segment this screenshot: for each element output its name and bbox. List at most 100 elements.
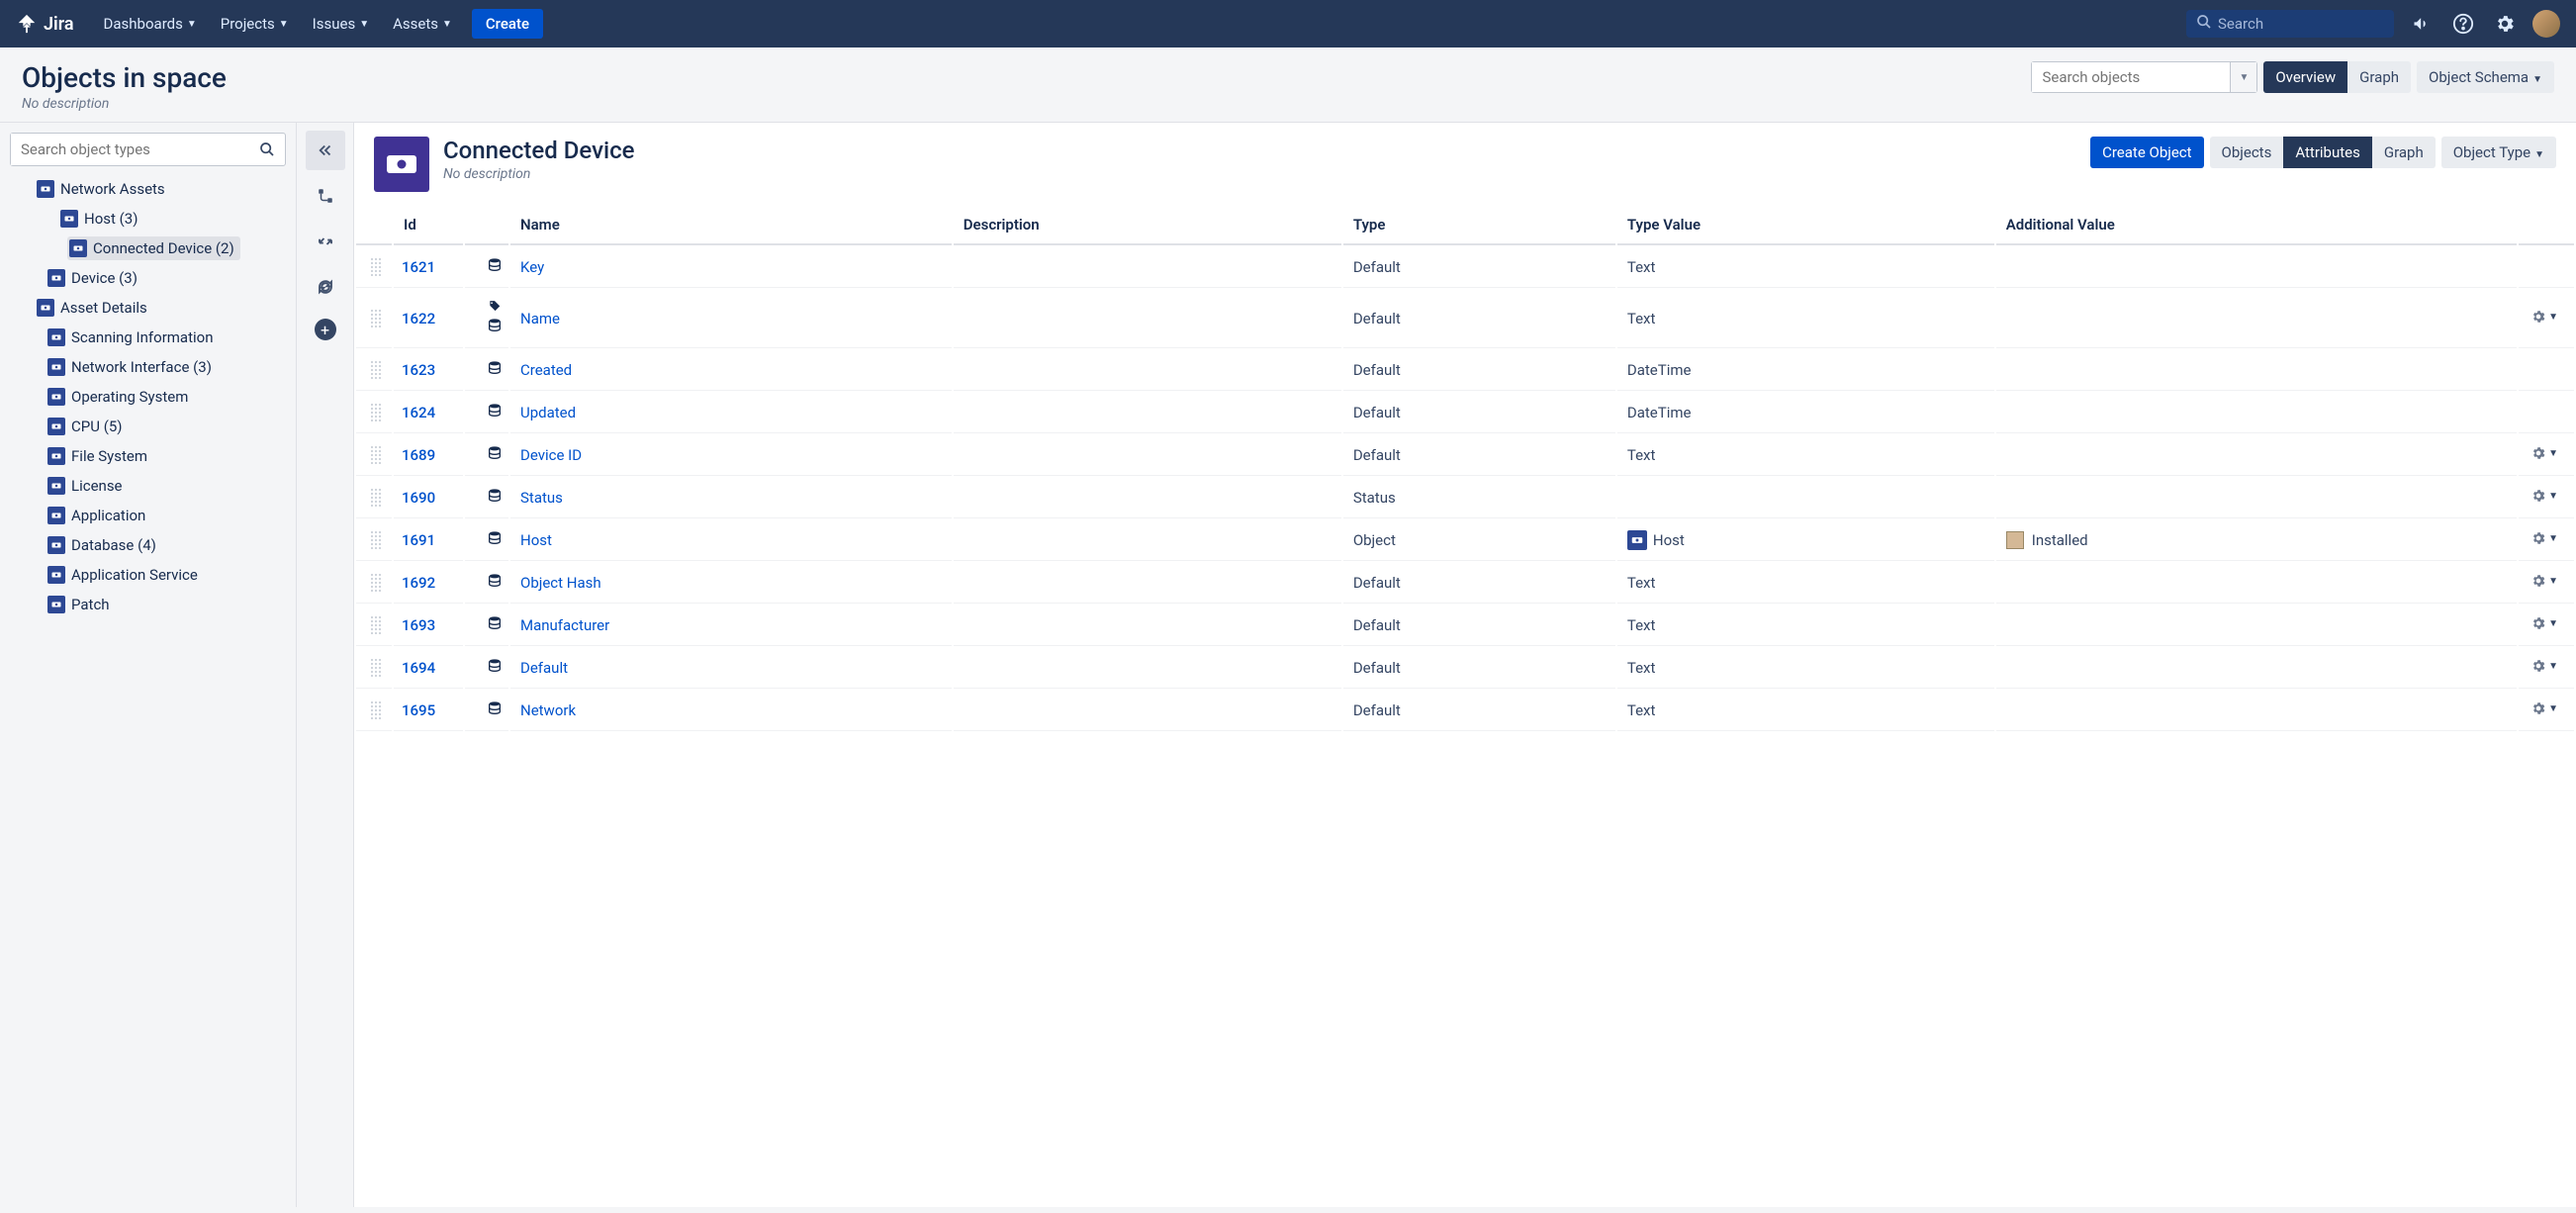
tree-label: Operating System — [71, 388, 188, 406]
row-settings-button[interactable]: ▼ — [2530, 309, 2558, 325]
gear-icon[interactable] — [2491, 10, 2519, 38]
attr-name[interactable]: Updated — [510, 393, 952, 433]
search-objects-dropdown[interactable]: ▼ — [2230, 62, 2256, 92]
attr-name[interactable]: Network — [510, 691, 952, 731]
help-icon[interactable] — [2449, 10, 2477, 38]
collapse-sidebar-button[interactable] — [306, 131, 345, 170]
collapse-diag-icon[interactable] — [306, 222, 345, 261]
hierarchy-icon[interactable] — [306, 176, 345, 216]
attr-id[interactable]: 1694 — [394, 648, 463, 689]
tree-item[interactable]: Network Assets — [10, 174, 286, 204]
tree-item[interactable]: Asset Details — [10, 293, 286, 323]
attr-id[interactable]: 1622 — [394, 290, 463, 348]
nav-assets[interactable]: Assets▼ — [383, 9, 462, 39]
graph-button[interactable]: Graph — [2347, 61, 2411, 93]
attr-id[interactable]: 1692 — [394, 563, 463, 604]
row-settings-button[interactable]: ▼ — [2530, 573, 2558, 589]
tree-item[interactable]: Scanning Information — [10, 323, 286, 352]
tree-item[interactable]: License — [10, 471, 286, 501]
drag-handle[interactable] — [370, 530, 382, 550]
tree-item[interactable]: Patch — [10, 590, 286, 619]
row-settings-button[interactable]: ▼ — [2530, 530, 2558, 546]
toggle-icon[interactable] — [46, 214, 55, 224]
row-settings-button[interactable]: ▼ — [2530, 615, 2558, 631]
attr-name[interactable]: Host — [510, 520, 952, 561]
drag-handle[interactable] — [370, 360, 382, 380]
drag-handle[interactable] — [370, 488, 382, 508]
row-settings-button[interactable]: ▼ — [2530, 445, 2558, 461]
row-settings-button[interactable]: ▼ — [2530, 658, 2558, 674]
drag-handle[interactable] — [370, 658, 382, 678]
drag-handle[interactable] — [370, 257, 382, 277]
tree-item[interactable]: File System — [10, 441, 286, 471]
nav-dashboards[interactable]: Dashboards▼ — [94, 9, 207, 39]
tab-graph[interactable]: Graph — [2372, 137, 2436, 168]
tree-item[interactable]: Host (3) — [10, 204, 286, 233]
global-search[interactable] — [2186, 10, 2394, 38]
attr-id[interactable]: 1690 — [394, 478, 463, 518]
search-object-types-input[interactable] — [11, 134, 249, 165]
attr-name[interactable]: Default — [510, 648, 952, 689]
tree-item[interactable]: Application — [10, 501, 286, 530]
tab-attributes[interactable]: Attributes — [2283, 137, 2372, 168]
database-icon — [487, 488, 503, 504]
page-subtitle: No description — [22, 96, 227, 112]
attr-name[interactable]: Created — [510, 350, 952, 391]
attr-id[interactable]: 1689 — [394, 435, 463, 476]
attr-id[interactable]: 1693 — [394, 606, 463, 646]
drag-handle[interactable] — [370, 445, 382, 465]
nav-issues[interactable]: Issues▼ — [303, 9, 379, 39]
tree-item[interactable]: Operating System — [10, 382, 286, 412]
attr-id[interactable]: 1621 — [394, 247, 463, 288]
tree-item[interactable]: Database (4) — [10, 530, 286, 560]
search-icon[interactable] — [249, 134, 285, 165]
tree-item[interactable]: Device (3) — [10, 263, 286, 293]
create-button[interactable]: Create — [472, 9, 543, 39]
megaphone-icon[interactable] — [2408, 10, 2436, 38]
attr-name[interactable]: Manufacturer — [510, 606, 952, 646]
attr-id[interactable]: 1624 — [394, 393, 463, 433]
attr-description — [954, 563, 1341, 604]
refresh-icon[interactable] — [306, 267, 345, 307]
toggle-icon[interactable] — [22, 184, 32, 194]
search-objects-input[interactable] — [2032, 62, 2230, 92]
avatar[interactable] — [2532, 10, 2560, 38]
toggle-icon[interactable] — [22, 303, 32, 313]
add-button[interactable]: + — [315, 319, 336, 340]
tree-item[interactable]: Network Interface (3) — [10, 352, 286, 382]
tab-objects[interactable]: Objects — [2210, 137, 2284, 168]
attr-id[interactable]: 1691 — [394, 520, 463, 561]
overview-button[interactable]: Overview — [2263, 61, 2347, 93]
table-row: 1624UpdatedDefaultDateTime — [356, 393, 2574, 433]
tree-item[interactable]: CPU (5) — [10, 412, 286, 441]
attr-name[interactable]: Status — [510, 478, 952, 518]
attr-name[interactable]: Name — [510, 290, 952, 348]
global-search-input[interactable] — [2218, 15, 2384, 33]
drag-handle[interactable] — [370, 573, 382, 593]
attr-id[interactable]: 1623 — [394, 350, 463, 391]
row-settings-button[interactable]: ▼ — [2530, 488, 2558, 504]
attr-id[interactable]: 1695 — [394, 691, 463, 731]
drag-handle[interactable] — [370, 700, 382, 720]
nav-projects[interactable]: Projects▼ — [211, 9, 299, 39]
attr-description — [954, 247, 1341, 288]
type-value: DateTime — [1627, 361, 1692, 379]
tree-item[interactable]: Connected Device (2) — [10, 233, 286, 263]
row-settings-button[interactable]: ▼ — [2530, 700, 2558, 716]
object-type-icon — [47, 566, 65, 584]
tree-item[interactable]: Application Service — [10, 560, 286, 590]
attr-name[interactable]: Device ID — [510, 435, 952, 476]
attr-name[interactable]: Object Hash — [510, 563, 952, 604]
create-object-button[interactable]: Create Object — [2090, 137, 2203, 168]
type-value: Text — [1627, 258, 1656, 276]
table-row: 1694DefaultDefaultText▼ — [356, 648, 2574, 689]
attr-name[interactable]: Key — [510, 247, 952, 288]
object-type-button[interactable]: Object Type▼ — [2441, 137, 2556, 168]
drag-handle[interactable] — [370, 309, 382, 328]
jira-logo[interactable]: Jira — [16, 13, 74, 35]
type-value-object[interactable]: Host — [1627, 530, 1984, 550]
object-schema-button[interactable]: Object Schema▼ — [2417, 61, 2554, 93]
tree-label: Asset Details — [60, 299, 147, 317]
drag-handle[interactable] — [370, 615, 382, 635]
drag-handle[interactable] — [370, 403, 382, 422]
